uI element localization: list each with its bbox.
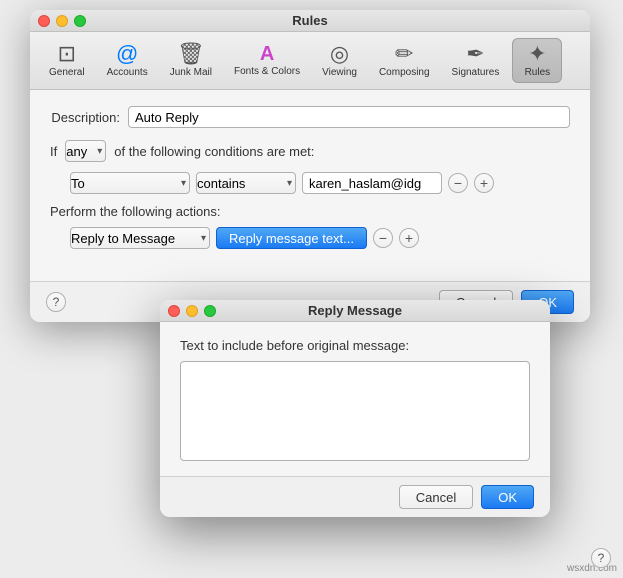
toolbar-label-signatures: Signatures	[452, 67, 500, 78]
reply-traffic-lights	[168, 305, 216, 317]
actions-label: Perform the following actions:	[50, 204, 570, 219]
toolbar-label-junk: Junk Mail	[170, 67, 212, 78]
reply-content: Text to include before original message:	[160, 322, 550, 476]
rules-icon: ✦	[528, 43, 546, 65]
if-row: If any all of the following conditions a…	[50, 140, 570, 162]
toolbar-item-general[interactable]: ⊡ General	[40, 38, 94, 83]
description-row: Description:	[50, 106, 570, 128]
reply-textarea[interactable]	[180, 361, 530, 461]
condition-value-input[interactable]	[302, 172, 442, 194]
fonts-icon: A	[260, 44, 274, 64]
watermark: wsxdn.com	[567, 563, 617, 574]
condition-row: To From Subject contains does not contai…	[70, 172, 570, 194]
add-action-button[interactable]: +	[399, 228, 419, 248]
toolbar-label-rules: Rules	[525, 67, 551, 78]
reply-ok-button[interactable]: OK	[481, 485, 534, 509]
reply-dialog-title: Reply Message	[308, 303, 402, 318]
toolbar-label-composing: Composing	[379, 67, 430, 78]
action-row: Reply to Message Forward Message Delete …	[70, 227, 570, 249]
minimize-button[interactable]	[56, 15, 68, 27]
toolbar-item-rules[interactable]: ✦ Rules	[512, 38, 562, 83]
reply-label: Text to include before original message:	[180, 338, 530, 353]
toolbar-item-fonts[interactable]: A Fonts & Colors	[225, 39, 309, 82]
accounts-icon: @	[116, 43, 138, 65]
description-label: Description:	[50, 110, 120, 125]
if-label: If	[50, 144, 57, 159]
add-condition-button[interactable]: +	[474, 173, 494, 193]
condition-op-select[interactable]: contains does not contain is equal to	[196, 172, 296, 194]
toolbar-label-accounts: Accounts	[107, 67, 148, 78]
toolbar-item-junk[interactable]: 🗑 Junk Mail	[161, 38, 221, 83]
condition-field-wrapper[interactable]: To From Subject	[70, 172, 190, 194]
remove-condition-button[interactable]: −	[448, 173, 468, 193]
close-button[interactable]	[38, 15, 50, 27]
traffic-lights	[38, 15, 86, 27]
condition-op-wrapper[interactable]: contains does not contain is equal to	[196, 172, 296, 194]
if-suffix: of the following conditions are met:	[114, 144, 314, 159]
composing-icon: ✏	[395, 43, 413, 65]
viewing-icon: ◎	[330, 43, 349, 65]
reply-cancel-button[interactable]: Cancel	[399, 485, 473, 509]
dialog-help-button[interactable]: ?	[591, 548, 611, 568]
window-title: Rules	[292, 13, 327, 28]
general-icon: ⊡	[58, 43, 76, 65]
condition-field-select[interactable]: To From Subject	[70, 172, 190, 194]
reply-minimize-button[interactable]	[186, 305, 198, 317]
toolbar-item-accounts[interactable]: @ Accounts	[98, 38, 157, 83]
description-input[interactable]	[128, 106, 570, 128]
toolbar-item-signatures[interactable]: ✒ Signatures	[443, 38, 509, 83]
reply-title-bar: Reply Message	[160, 300, 550, 322]
action-type-select[interactable]: Reply to Message Forward Message Delete …	[70, 227, 210, 249]
maximize-button[interactable]	[74, 15, 86, 27]
reply-bottom-bar: Cancel OK	[160, 476, 550, 517]
toolbar-label-fonts: Fonts & Colors	[234, 66, 300, 77]
toolbar-item-viewing[interactable]: ◎ Viewing	[313, 38, 366, 83]
reply-maximize-button[interactable]	[204, 305, 216, 317]
remove-action-button[interactable]: −	[373, 228, 393, 248]
rules-content: Description: If any all of the following…	[30, 90, 590, 281]
signatures-icon: ✒	[466, 43, 484, 65]
reply-message-dialog: Reply Message Text to include before ori…	[160, 300, 550, 517]
reply-message-text-button[interactable]: Reply message text...	[216, 227, 367, 249]
condition-any-wrapper[interactable]: any all	[65, 140, 106, 162]
rules-window: Rules ⊡ General @ Accounts 🗑 Junk Mail A…	[30, 10, 590, 322]
toolbar: ⊡ General @ Accounts 🗑 Junk Mail A Fonts…	[30, 32, 590, 90]
rules-title-bar: Rules	[30, 10, 590, 32]
help-button[interactable]: ?	[46, 292, 66, 312]
junk-icon: 🗑	[177, 43, 205, 65]
toolbar-label-viewing: Viewing	[322, 67, 357, 78]
reply-close-button[interactable]	[168, 305, 180, 317]
toolbar-item-composing[interactable]: ✏ Composing	[370, 38, 439, 83]
condition-any-select[interactable]: any all	[65, 140, 106, 162]
toolbar-label-general: General	[49, 67, 85, 78]
action-type-wrapper[interactable]: Reply to Message Forward Message Delete …	[70, 227, 210, 249]
